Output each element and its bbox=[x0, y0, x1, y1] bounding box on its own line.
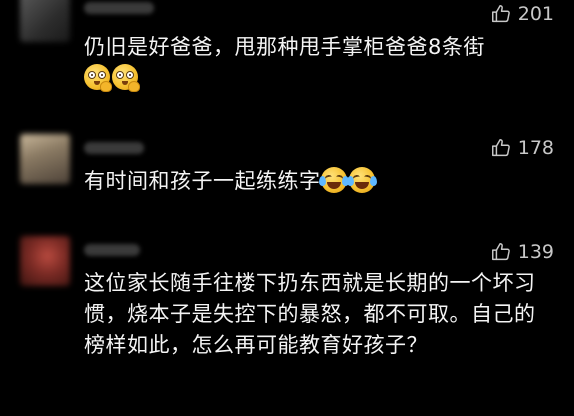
thumbs-up-icon bbox=[490, 241, 512, 263]
comment-text: 仍旧是好爸爸，甩那种甩手掌柜爸爸8条街 bbox=[84, 32, 550, 94]
comment-text: 这位家长随手往楼下扔东西就是长期的一个坏习惯，烧本子是失控下的暴怒，都不可取。自… bbox=[84, 268, 550, 361]
tears-of-joy-emoji bbox=[346, 167, 377, 193]
thumbs-up-icon bbox=[490, 137, 512, 159]
avatar[interactable] bbox=[20, 0, 70, 42]
comment-body: 仍旧是好爸爸，甩那种甩手掌柜爸爸8条街 bbox=[84, 35, 485, 59]
comment-text: 有时间和孩子一起练练字 bbox=[84, 166, 550, 197]
like-button[interactable]: 178 bbox=[490, 136, 554, 160]
thumbs-up-icon bbox=[490, 3, 512, 25]
like-count: 178 bbox=[517, 137, 554, 159]
comment-item: 139 这位家长随手往楼下扔东西就是长期的一个坏习惯，烧本子是失控下的暴怒，都不… bbox=[0, 226, 574, 416]
username-blurred[interactable] bbox=[84, 2, 154, 14]
tears-of-joy-emoji bbox=[318, 167, 349, 193]
username-blurred[interactable] bbox=[84, 142, 144, 154]
comment-item: 201 仍旧是好爸爸，甩那种甩手掌柜爸爸8条街 bbox=[0, 0, 574, 110]
avatar[interactable] bbox=[20, 236, 70, 286]
avatar[interactable] bbox=[20, 134, 70, 184]
comment-body: 有时间和孩子一起练练字 bbox=[84, 169, 321, 193]
eyes-hand-emoji bbox=[84, 64, 112, 92]
comment-body: 这位家长随手往楼下扔东西就是长期的一个坏习惯，烧本子是失控下的暴怒，都不可取。自… bbox=[84, 271, 536, 357]
like-button[interactable]: 201 bbox=[490, 2, 554, 26]
eyes-hand-emoji bbox=[112, 64, 140, 92]
like-count: 139 bbox=[517, 241, 554, 263]
username-blurred[interactable] bbox=[84, 244, 140, 256]
like-button[interactable]: 139 bbox=[490, 240, 554, 264]
like-count: 201 bbox=[517, 3, 554, 25]
comment-item: 178 有时间和孩子一起练练字 bbox=[0, 128, 574, 228]
